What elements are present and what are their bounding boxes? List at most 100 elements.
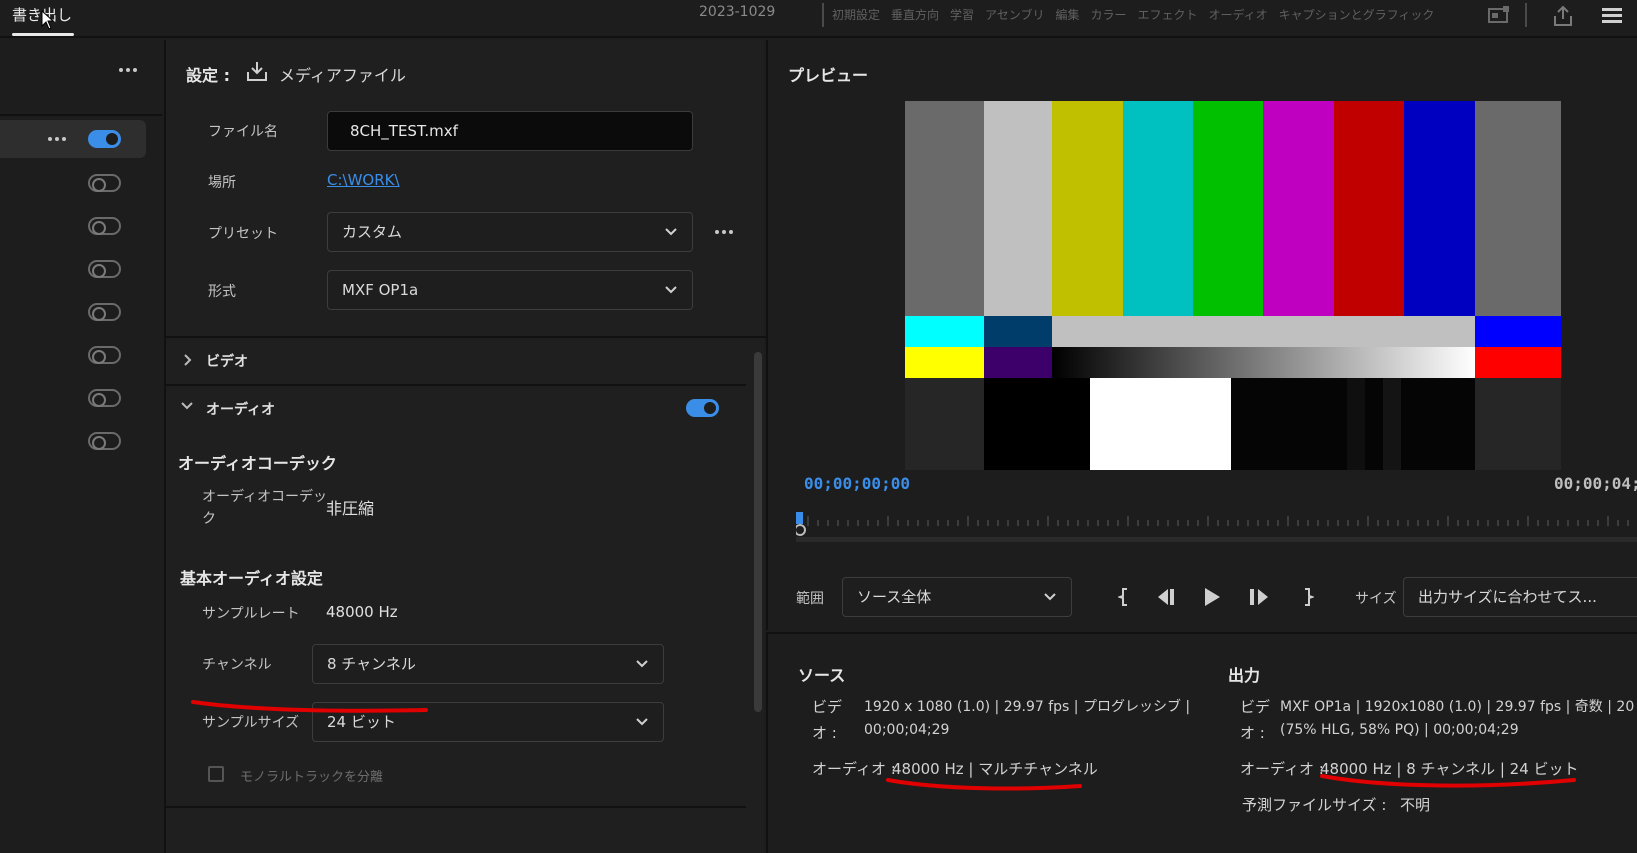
- color-bar: [905, 378, 984, 470]
- output-video-label: ビデ: [1240, 698, 1271, 716]
- size-select[interactable]: 出力サイズに合わせてス...: [1403, 577, 1637, 617]
- workspace-overflow-icon[interactable]: [1488, 5, 1510, 25]
- tab-active-indicator: [12, 33, 74, 36]
- color-bar: [1052, 101, 1123, 316]
- mark-in-icon[interactable]: [1118, 587, 1130, 607]
- workspace-item[interactable]: アセンブリ: [985, 6, 1044, 23]
- output-video-label-wrap: オ :: [1240, 724, 1265, 742]
- destination-item[interactable]: [0, 336, 146, 374]
- range-label: 範囲: [796, 591, 824, 607]
- chevron-down-icon[interactable]: [180, 400, 194, 412]
- gray-ramp: [1052, 347, 1475, 378]
- settings-panel: 設定 : メディアファイル ファイル名 8CH_TEST.mxf 場所 C:\W…: [164, 40, 766, 853]
- workspace-item[interactable]: 初期設定: [832, 6, 880, 23]
- preset-value: カスタム: [342, 223, 403, 241]
- destination-toggle-on[interactable]: [88, 130, 121, 148]
- destination-item[interactable]: [0, 250, 146, 288]
- destination-item[interactable]: [0, 207, 146, 245]
- chevron-down-icon: [1044, 593, 1056, 601]
- step-forward-icon[interactable]: [1248, 587, 1272, 607]
- divider: [166, 384, 746, 386]
- timeline-scrubber[interactable]: [794, 512, 1637, 542]
- timecode-duration: 00;00;04;2: [1554, 474, 1637, 493]
- source-heading: ソース: [798, 666, 846, 685]
- download-icon: [247, 62, 267, 81]
- menu-icon[interactable]: [1600, 5, 1624, 27]
- chevron-right-icon[interactable]: [182, 353, 194, 367]
- destination-toggle-off[interactable]: [88, 432, 121, 450]
- mono-split-label: モノラルトラックを分離: [240, 770, 384, 785]
- destination-toggle-off[interactable]: [88, 303, 121, 321]
- color-bar: [1193, 101, 1263, 316]
- sample-size-label: サンプルサイズ: [202, 715, 300, 731]
- channel-select[interactable]: 8 チャンネル: [312, 644, 664, 684]
- preview-panel: プレビュー 00;00;00;00 00;00;04;2: [766, 40, 1637, 630]
- summary-panel: ソース ビデ オ : 1920 x 1080 (1.0) | 29.97 fps…: [766, 632, 1637, 853]
- playhead-marker[interactable]: [796, 512, 803, 524]
- destination-item[interactable]: [0, 379, 146, 417]
- mark-out-icon[interactable]: [1302, 587, 1314, 607]
- share-icon[interactable]: [1552, 5, 1574, 27]
- more-options-icon[interactable]: [48, 137, 66, 141]
- color-bar: [1475, 378, 1561, 470]
- color-bar: [1347, 378, 1365, 470]
- sample-size-select[interactable]: 24 ビット: [312, 702, 664, 742]
- location-label: 場所: [208, 175, 236, 191]
- audio-codec-label-wrap: ク: [202, 511, 216, 527]
- size-label: サイズ: [1355, 591, 1397, 607]
- destination-item[interactable]: [0, 293, 146, 331]
- audio-codec-value: 非圧縮: [326, 499, 375, 518]
- more-options-icon[interactable]: [119, 68, 137, 72]
- format-value: MXF OP1a: [342, 281, 419, 299]
- top-bar: 書き出し 2023-1029 初期設定 垂直方向 学習 アセンブリ 編集 カラー…: [0, 0, 1637, 38]
- source-video-duration: 00;00;04;29: [864, 722, 950, 738]
- color-bar: [905, 101, 984, 316]
- color-bar: [1123, 101, 1193, 316]
- range-select[interactable]: ソース全体: [842, 577, 1072, 617]
- destination-list: [0, 40, 162, 853]
- mono-split-checkbox[interactable]: [208, 766, 224, 782]
- destination-toggle-off[interactable]: [88, 260, 121, 278]
- destination-toggle-off[interactable]: [88, 389, 121, 407]
- workspace-item[interactable]: カラー: [1090, 6, 1126, 23]
- basic-audio-heading: 基本オーディオ設定: [180, 569, 323, 588]
- step-back-icon[interactable]: [1154, 587, 1178, 607]
- chevron-down-icon: [636, 718, 648, 726]
- workspace-item[interactable]: エフェクト: [1137, 6, 1197, 23]
- range-value: ソース全体: [857, 588, 932, 606]
- destination-item[interactable]: [0, 422, 146, 460]
- destination-toggle-off[interactable]: [88, 217, 121, 235]
- audio-enable-toggle[interactable]: [686, 399, 719, 417]
- workspace-item[interactable]: 垂直方向: [891, 6, 939, 23]
- preset-select[interactable]: カスタム: [327, 212, 693, 252]
- workspace-item[interactable]: キャプションとグラフィック: [1279, 6, 1435, 23]
- color-bar: [1404, 101, 1475, 316]
- output-audio-info: 48000 Hz | 8 チャンネル | 24 ビット: [1320, 760, 1579, 778]
- destination-toggle-off[interactable]: [88, 346, 121, 364]
- color-bar: [1334, 101, 1404, 316]
- divider: [166, 806, 746, 808]
- color-bar: [984, 378, 1090, 470]
- output-heading: 出力: [1228, 666, 1261, 685]
- workspace-item[interactable]: 学習: [950, 6, 974, 23]
- location-link[interactable]: C:\WORK\: [327, 171, 400, 189]
- separator: [822, 3, 824, 27]
- filename-input[interactable]: 8CH_TEST.mxf: [327, 111, 693, 151]
- preset-more-icon[interactable]: [715, 230, 733, 234]
- sample-size-value: 24 ビット: [327, 713, 396, 731]
- play-icon[interactable]: [1202, 587, 1222, 607]
- destination-toggle-off[interactable]: [88, 174, 121, 192]
- color-bar: [905, 316, 984, 347]
- video-section-toggle[interactable]: ビデオ: [206, 351, 248, 371]
- divider: [166, 336, 766, 338]
- workspace-item[interactable]: 編集: [1055, 6, 1079, 23]
- audio-section-toggle[interactable]: オーディオ: [206, 399, 275, 419]
- workspace-item[interactable]: オーディオ: [1209, 6, 1268, 23]
- format-select[interactable]: MXF OP1a: [327, 270, 693, 310]
- color-bar: [1475, 316, 1561, 347]
- playhead-handle[interactable]: [794, 524, 806, 536]
- destination-item-active[interactable]: [0, 120, 146, 158]
- destination-item[interactable]: [0, 164, 146, 202]
- settings-scrollbar[interactable]: [754, 352, 762, 712]
- source-video-info: 1920 x 1080 (1.0) | 29.97 fps | プログレッシブ …: [864, 699, 1191, 715]
